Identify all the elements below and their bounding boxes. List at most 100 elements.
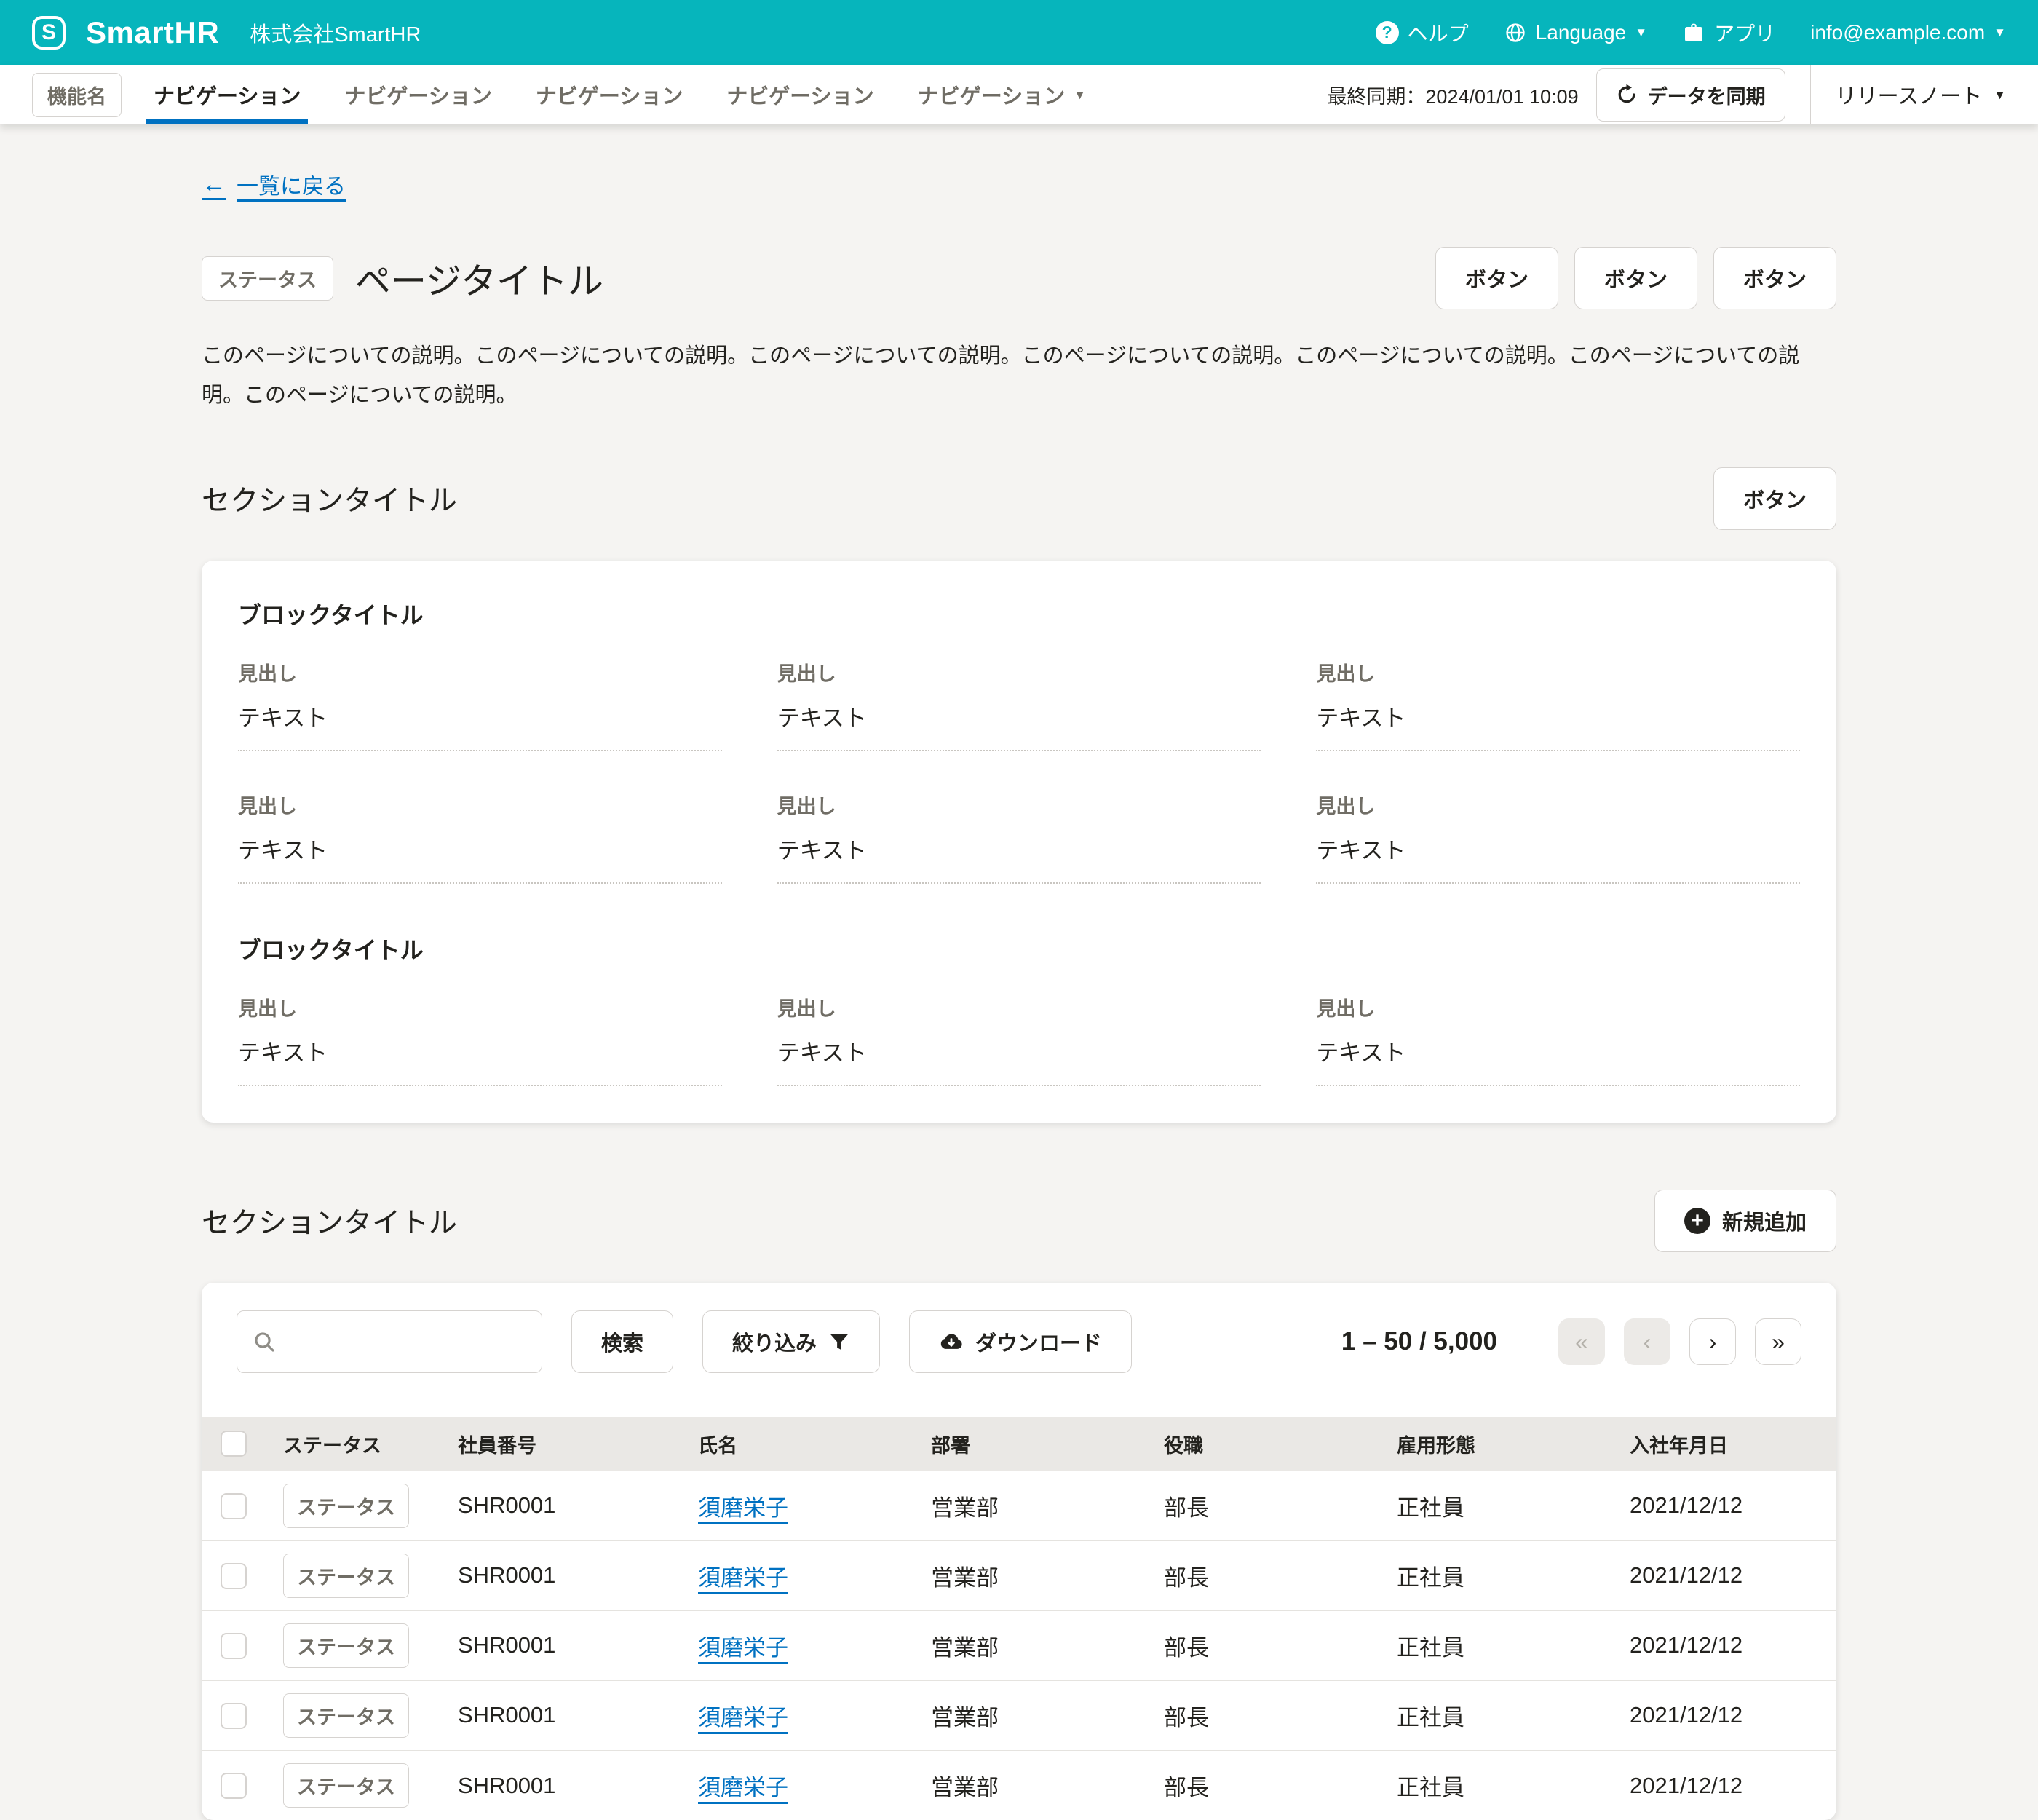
help-menu[interactable]: ? ヘルプ (1376, 18, 1469, 47)
field-value: テキスト (238, 700, 722, 732)
row-checkbox[interactable] (221, 1563, 247, 1589)
download-button[interactable]: ダウンロード (909, 1310, 1132, 1373)
add-new-button[interactable]: + 新規追加 (1654, 1190, 1836, 1252)
nav-tab-4[interactable]: ナビゲーション (726, 65, 873, 124)
nav-tab-label: ナビゲーション (726, 79, 873, 110)
first-page-button: « (1558, 1318, 1605, 1365)
table-toolbar: 検索 絞り込み ダウンロード 1 – 50 / 5,000 « ‹ › (202, 1284, 1836, 1399)
page-action-button-2[interactable]: ボタン (1574, 247, 1697, 309)
field-label: 見出し (1316, 791, 1800, 819)
status-badge: ステータス (283, 1554, 409, 1598)
employment-type-cell: 正社員 (1379, 1750, 1612, 1820)
employee-no-cell: SHR0001 (440, 1471, 681, 1540)
back-to-list-link[interactable]: ← 一覧に戻る (202, 168, 346, 200)
pagination-range: 1 – 50 / 5,000 (1341, 1327, 1497, 1356)
pager: « ‹ › » (1558, 1318, 1801, 1365)
employment-type-cell: 正社員 (1379, 1610, 1612, 1680)
page-action-button-1[interactable]: ボタン (1435, 247, 1558, 309)
sync-data-label: データを同期 (1648, 81, 1766, 109)
row-checkbox[interactable] (221, 1773, 247, 1799)
search-input[interactable] (237, 1310, 542, 1373)
account-menu[interactable]: info@example.com ▼ (1810, 21, 2006, 44)
column-header: 部署 (913, 1417, 1146, 1471)
position-cell: 部長 (1146, 1610, 1379, 1680)
column-header: 入社年月日 (1612, 1417, 1836, 1471)
brand: S SmartHR 株式会社SmartHR (32, 15, 421, 50)
language-label: Language (1536, 21, 1627, 44)
department-cell: 営業部 (913, 1750, 1146, 1820)
release-notes-menu[interactable]: リリースノート ▼ (1836, 79, 2006, 110)
page-title: ページタイトル (355, 253, 603, 304)
position-cell: 部長 (1146, 1750, 1379, 1820)
field-value: テキスト (777, 700, 1261, 732)
language-menu[interactable]: Language ▼ (1504, 21, 1647, 44)
global-header: S SmartHR 株式会社SmartHR ? ヘルプ Language ▼ ア… (0, 0, 2038, 65)
apps-label: アプリ (1714, 18, 1775, 47)
column-header: 雇用形態 (1379, 1417, 1612, 1471)
nav-tab-5-dropdown[interactable]: ナビゲーション ▼ (918, 65, 1086, 124)
table-card: 検索 絞り込み ダウンロード 1 – 50 / 5,000 « ‹ › (202, 1283, 1836, 1820)
add-new-label: 新規追加 (1722, 1206, 1807, 1236)
chevron-down-icon: ▼ (1994, 26, 2006, 39)
download-label: ダウンロード (975, 1326, 1102, 1357)
block-title: ブロックタイトル (238, 597, 1800, 630)
employee-name-link[interactable]: 須磨栄子 (698, 1495, 788, 1521)
table-header-row: ステータス 社員番号 氏名 部署 役職 雇用形態 入社年月日 (202, 1417, 1836, 1471)
nav-tab-1[interactable]: ナビゲーション (154, 65, 301, 124)
hire-date-cell: 2021/12/12 (1612, 1471, 1836, 1540)
company-name: 株式会社SmartHR (250, 17, 421, 48)
release-notes-label: リリースノート (1836, 79, 1983, 110)
apps-menu[interactable]: アプリ (1682, 18, 1775, 47)
globe-icon (1504, 21, 1527, 44)
select-all-checkbox[interactable] (221, 1431, 247, 1457)
employee-no-cell: SHR0001 (440, 1680, 681, 1750)
block-2: ブロックタイトル 見出し テキスト 見出し テキスト 見出し テキスト (238, 932, 1800, 1086)
position-cell: 部長 (1146, 1680, 1379, 1750)
department-cell: 営業部 (913, 1610, 1146, 1680)
sync-data-button[interactable]: データを同期 (1596, 68, 1785, 122)
field-label: 見出し (1316, 658, 1800, 687)
status-badge: ステータス (283, 1484, 409, 1528)
column-header: 社員番号 (440, 1417, 681, 1471)
field: 見出し テキスト (1316, 658, 1800, 751)
row-checkbox[interactable] (221, 1633, 247, 1659)
briefcase-icon (1682, 21, 1705, 44)
cloud-download-icon (939, 1329, 964, 1354)
employee-name-link[interactable]: 須磨栄子 (698, 1565, 788, 1591)
nav-tab-label: ナビゲーション (918, 79, 1065, 110)
last-page-button[interactable]: » (1755, 1318, 1801, 1365)
plus-circle-icon: + (1684, 1208, 1710, 1234)
position-cell: 部長 (1146, 1540, 1379, 1610)
hire-date-cell: 2021/12/12 (1612, 1610, 1836, 1680)
row-checkbox[interactable] (221, 1493, 247, 1519)
nav-tab-3[interactable]: ナビゲーション (536, 65, 683, 124)
column-header: 役職 (1146, 1417, 1379, 1471)
employee-name-link[interactable]: 須磨栄子 (698, 1705, 788, 1730)
smarthr-logo-text: SmartHR (86, 15, 219, 50)
section2-title: セクションタイトル (202, 1200, 457, 1241)
employee-no-cell: SHR0001 (440, 1540, 681, 1610)
employee-name-link[interactable]: 須磨栄子 (698, 1635, 788, 1661)
row-checkbox[interactable] (221, 1703, 247, 1729)
employee-no-cell: SHR0001 (440, 1750, 681, 1820)
back-arrow-icon: ← (202, 170, 226, 199)
field-value: テキスト (1316, 832, 1800, 865)
page-action-button-3[interactable]: ボタン (1713, 247, 1836, 309)
section1-button[interactable]: ボタン (1713, 467, 1836, 530)
department-cell: 営業部 (913, 1471, 1146, 1540)
field: 見出し テキスト (777, 791, 1261, 884)
employee-table: ステータス 社員番号 氏名 部署 役職 雇用形態 入社年月日 ステータス SHR… (202, 1417, 1836, 1820)
chevron-down-icon: ▼ (1994, 89, 2006, 101)
search-button[interactable]: 検索 (571, 1310, 673, 1373)
employment-type-cell: 正社員 (1379, 1471, 1612, 1540)
next-page-button[interactable]: › (1689, 1318, 1736, 1365)
nav-tab-2[interactable]: ナビゲーション (344, 65, 491, 124)
employee-name-link[interactable]: 須磨栄子 (698, 1775, 788, 1800)
department-cell: 営業部 (913, 1540, 1146, 1610)
field: 見出し テキスト (238, 658, 722, 751)
page-status-badge: ステータス (202, 256, 333, 301)
back-link-label: 一覧に戻る (237, 168, 346, 200)
filter-button[interactable]: 絞り込み (702, 1310, 880, 1373)
hire-date-cell: 2021/12/12 (1612, 1680, 1836, 1750)
refresh-icon (1616, 84, 1638, 106)
